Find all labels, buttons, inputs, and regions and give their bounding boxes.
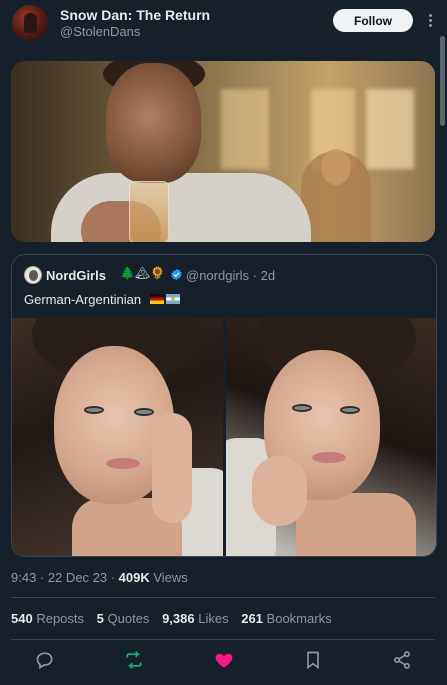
quoted-avatar[interactable]	[24, 266, 42, 284]
likes-count: 9,386	[162, 611, 195, 626]
quoted-photo-2[interactable]	[226, 318, 436, 556]
action-bar	[0, 648, 447, 676]
quotes-count: 5	[96, 611, 104, 626]
bookmarks-stat[interactable]: 261 Bookmarks	[241, 611, 331, 626]
tweet-timestamp[interactable]: 9:43 · 22 Dec 23 ·	[11, 570, 119, 585]
bookmark-button[interactable]	[301, 648, 325, 672]
argentina-flag-icon	[166, 294, 180, 304]
reposts-label: Reposts	[36, 611, 85, 626]
engagement-stats: 540 Reposts 5 Quotes 9,386 Likes 261 Boo…	[11, 611, 341, 626]
divider	[11, 597, 435, 598]
avatar-figure	[24, 13, 37, 33]
reposts-count: 540	[11, 611, 33, 626]
repost-button[interactable]	[122, 648, 146, 672]
sunflower-emoji: 🌻	[150, 266, 166, 280]
views-label: Views	[149, 570, 188, 585]
bookmarks-label: Bookmarks	[266, 611, 332, 626]
quoted-tweet[interactable]: NordGirls 🌲🏔🌻 @nordgirls · 2d German-Arg…	[11, 254, 437, 557]
quoted-display-name[interactable]: NordGirls	[46, 268, 106, 283]
author-display-name[interactable]: Snow Dan: The Return	[60, 7, 210, 23]
repost-icon	[126, 651, 142, 669]
views-count: 409K	[118, 570, 150, 585]
mountain-emoji: 🏔	[134, 266, 151, 280]
bookmark-icon	[307, 651, 319, 670]
quoted-text: German-Argentinian	[24, 292, 142, 307]
verified-badge-icon	[171, 268, 182, 281]
tweet-meta: 9:43 · 22 Dec 23 · 409K Views	[11, 570, 188, 585]
likes-label: Likes	[198, 611, 229, 626]
author-handle[interactable]: @StolenDans	[60, 24, 140, 39]
share-button[interactable]	[390, 648, 414, 672]
bookmarks-count: 261	[241, 611, 263, 626]
reply-button[interactable]	[33, 648, 57, 672]
tree-emoji: 🌲	[120, 266, 135, 280]
likes-stat[interactable]: 9,386 Likes	[162, 611, 229, 626]
quoted-handle-time[interactable]: @nordgirls · 2d	[186, 268, 275, 283]
quoted-name-emojis: 🌲🏔🌻	[120, 266, 165, 280]
reposts-stat[interactable]: 540 Reposts	[11, 611, 84, 626]
author-avatar[interactable]	[12, 5, 48, 41]
quotes-stat[interactable]: 5 Quotes	[97, 611, 150, 626]
heart-icon	[215, 653, 233, 668]
quotes-label: Quotes	[107, 611, 150, 626]
quoted-photo-1[interactable]	[12, 318, 223, 556]
divider	[11, 639, 435, 640]
share-icon	[394, 651, 410, 669]
follow-button[interactable]: Follow	[333, 9, 413, 32]
like-button[interactable]	[212, 648, 236, 672]
scrollbar[interactable]	[440, 36, 445, 126]
germany-flag-icon	[150, 294, 164, 304]
more-dots-icon[interactable]	[424, 8, 436, 32]
tweet-header: Snow Dan: The Return @StolenDans Follow	[0, 0, 447, 50]
reply-icon	[36, 652, 53, 669]
tweet-media-image[interactable]	[11, 61, 435, 242]
